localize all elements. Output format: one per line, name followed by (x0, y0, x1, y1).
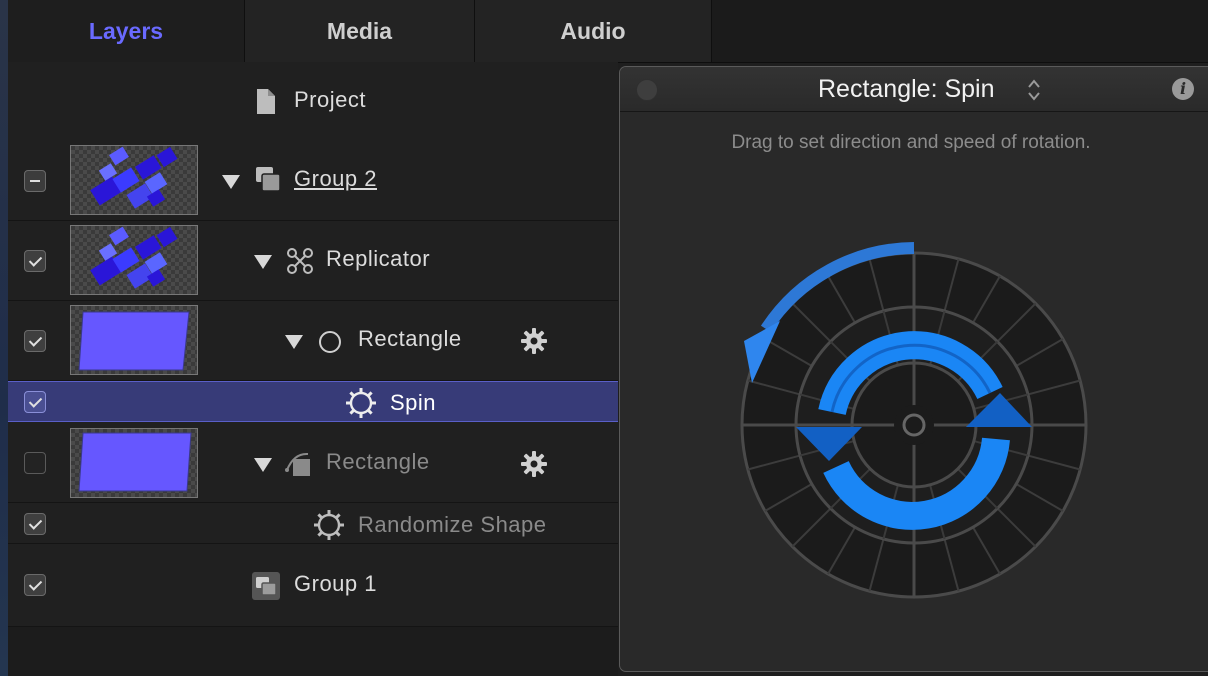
disclosure-triangle-icon[interactable] (254, 458, 272, 472)
spin-rotation-dial[interactable] (714, 217, 1114, 617)
tab-bar-empty (711, 0, 1208, 62)
layer-label: Spin (390, 390, 437, 415)
layer-row-rectangle-1[interactable]: Rectangle (8, 301, 618, 381)
layer-label: Project (294, 87, 366, 112)
shape-icon (285, 452, 310, 476)
layers-list-empty-area (8, 627, 618, 676)
gear-icon[interactable] (521, 451, 547, 477)
hud-title: Rectangle: Spin (818, 75, 995, 103)
behavior-gear-icon (346, 388, 376, 418)
tab-audio[interactable]: Audio (474, 0, 711, 62)
tab-layers[interactable]: Layers (8, 0, 244, 62)
disclosure-triangle-icon[interactable] (254, 255, 272, 269)
layer-visibility-checkbox[interactable] (24, 452, 46, 474)
layer-thumbnail (70, 145, 198, 215)
layer-row-spin[interactable]: Spin (8, 381, 618, 422)
spin-hud-panel: Rectangle: Spin i Drag to set direction … (619, 66, 1208, 672)
layer-visibility-checkbox[interactable] (24, 513, 46, 535)
tab-media[interactable]: Media (244, 0, 474, 62)
hud-header: Rectangle: Spin i (620, 67, 1208, 112)
layer-label: Group 2 (294, 166, 377, 191)
layer-visibility-checkbox[interactable] (24, 574, 46, 596)
behavior-gear-icon (314, 510, 344, 540)
layer-label: Rectangle (326, 449, 430, 474)
circle-shape-icon (319, 331, 341, 353)
layer-row-group-1[interactable]: Group 1 (8, 544, 618, 627)
disclosure-triangle-icon[interactable] (285, 335, 303, 349)
desktop-edge (0, 0, 8, 676)
group-icon (252, 572, 280, 600)
layer-label: Randomize Shape (358, 512, 547, 537)
layers-list: Project Group 2 Replicator Rectangle Spi… (8, 62, 618, 676)
replicator-icon (287, 248, 313, 274)
project-document-icon (257, 89, 275, 114)
disclosure-triangle-icon[interactable] (222, 175, 240, 189)
hud-close-button[interactable] (636, 79, 658, 101)
layer-visibility-checkbox[interactable] (24, 250, 46, 272)
layer-thumbnail (70, 428, 198, 498)
layer-thumbnail (70, 225, 198, 295)
layer-label: Group 1 (294, 571, 377, 596)
layer-row-replicator[interactable]: Replicator (8, 221, 618, 301)
group-icon (256, 167, 281, 192)
hud-hint-text: Drag to set direction and speed of rotat… (731, 132, 1091, 153)
gear-icon[interactable] (521, 328, 547, 354)
info-icon[interactable]: i (1172, 78, 1194, 100)
layer-row-randomize-shape[interactable]: Randomize Shape (8, 503, 618, 544)
layer-visibility-checkbox[interactable] (24, 170, 46, 192)
layer-visibility-checkbox[interactable] (24, 330, 46, 352)
panel-tab-bar: Layers Media Audio (8, 0, 1208, 63)
layer-row-rectangle-2[interactable]: Rectangle (8, 422, 618, 503)
layer-label: Rectangle (358, 326, 462, 351)
layer-thumbnail (70, 305, 198, 375)
layer-visibility-checkbox[interactable] (24, 391, 46, 413)
layer-label: Replicator (326, 246, 431, 271)
layer-row-project[interactable]: Project (8, 62, 618, 142)
up-down-chevron-icon[interactable] (1026, 78, 1042, 102)
layer-row-group-2[interactable]: Group 2 (8, 141, 618, 221)
